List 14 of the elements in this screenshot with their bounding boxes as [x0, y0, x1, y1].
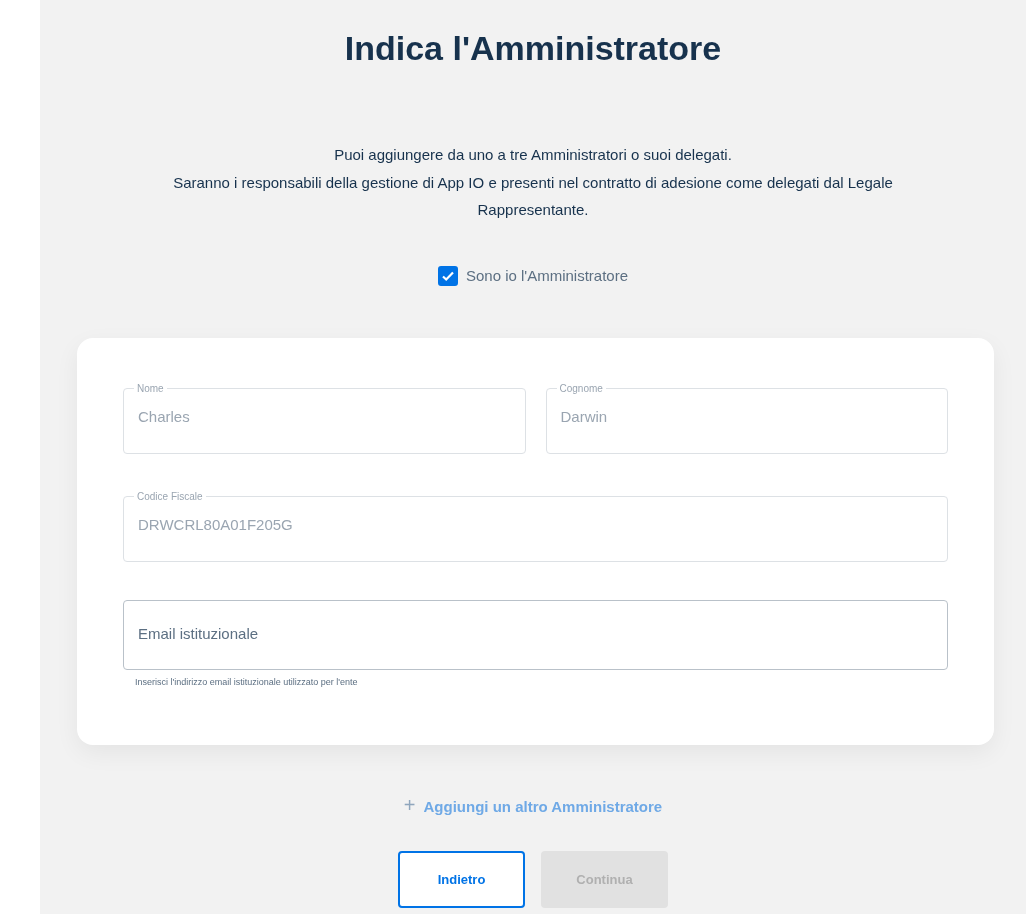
plus-icon: +: [403, 794, 416, 817]
text-field[interactable]: Email istituzionale: [124, 600, 947, 669]
add-administrator-link[interactable]: + Aggiungi un altro Amministratore: [397, 789, 669, 822]
field-label: Codice Fiscale: [136, 491, 204, 502]
checkbox[interactable]: [437, 266, 458, 287]
field-label: Nome: [136, 383, 165, 394]
back-button[interactable]: Indietro: [398, 851, 525, 909]
checkbox-label[interactable]: Sono io l'Amministratore: [465, 265, 629, 288]
description-text: Saranno i responsabili della gestione di App IO e presenti nel contratto di adesione come delegati dal Legale Rappresentante.: [172, 172, 894, 221]
helper-text: Inserisci l'indirizzo email istituzionale utilizzato per l'ente: [135, 675, 359, 689]
page-title: Indica l'Amministratore: [343, 28, 723, 69]
check-icon: [440, 269, 455, 284]
description-text: Puoi aggiungere da uno a tre Amministratori o suoi delegati.: [333, 144, 733, 165]
field-label: Cognome: [558, 383, 604, 394]
